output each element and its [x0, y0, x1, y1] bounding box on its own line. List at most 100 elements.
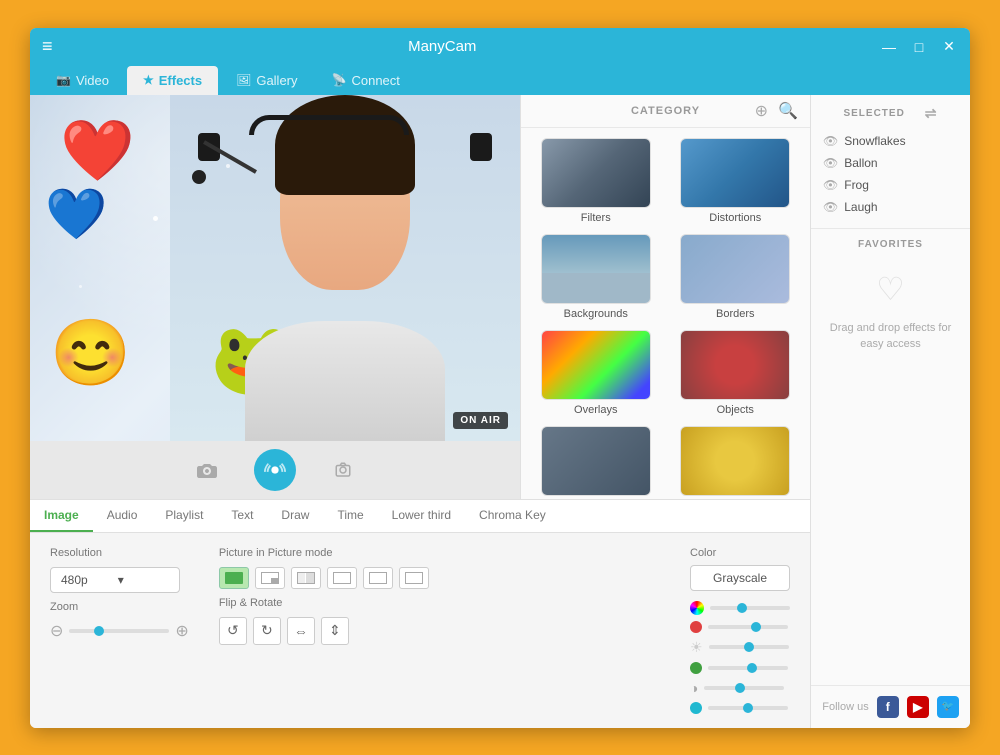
- tab-draw[interactable]: Draw: [267, 500, 323, 532]
- tab-chroma-key[interactable]: Chroma Key: [465, 500, 560, 532]
- slider-green[interactable]: [708, 666, 788, 670]
- eye-frog[interactable]: 👁: [823, 178, 838, 192]
- maximize-button[interactable]: □: [910, 39, 928, 55]
- video-controls: [30, 441, 520, 499]
- app-title: ManyCam: [65, 38, 820, 55]
- overlays-label: Overlays: [574, 404, 617, 416]
- tab-playlist[interactable]: Playlist: [151, 500, 217, 532]
- color-dot-multi: [690, 601, 704, 615]
- category-label: CATEGORY: [631, 105, 700, 117]
- tab-gallery-label: Gallery: [256, 73, 297, 88]
- zoom-decrease-icon[interactable]: ⊖: [50, 621, 63, 641]
- flip-label: Flip & Rotate: [219, 597, 429, 609]
- rotate-cw-button[interactable]: ↻: [253, 617, 281, 645]
- close-button[interactable]: ✕: [940, 38, 958, 55]
- add-effect-icon[interactable]: ⊕: [755, 101, 768, 121]
- tab-lower-third[interactable]: Lower third: [378, 500, 465, 532]
- pip-mode-1[interactable]: [255, 567, 285, 589]
- flip-h-button[interactable]: ⇔: [287, 617, 315, 645]
- tab-connect[interactable]: 📡 Connect: [316, 66, 416, 95]
- twitter-icon[interactable]: 🐦: [937, 696, 959, 718]
- grayscale-button[interactable]: Grayscale: [690, 565, 790, 591]
- pip-mode-3[interactable]: [327, 567, 357, 589]
- effect-distortions[interactable]: Distortions: [671, 138, 801, 224]
- brightness-icon: ☀: [690, 639, 703, 656]
- effect-overlays[interactable]: Overlays: [531, 330, 661, 416]
- effect-face[interactable]: [531, 426, 661, 499]
- search-effects-icon[interactable]: 🔍: [778, 101, 798, 121]
- color-slider-cyan: [690, 702, 790, 714]
- color-dot-red: [690, 621, 702, 633]
- facebook-icon[interactable]: f: [877, 696, 899, 718]
- flip-v-button[interactable]: ⇕: [321, 617, 349, 645]
- tab-time[interactable]: Time: [323, 500, 377, 532]
- rotate-ccw-button[interactable]: ↺: [219, 617, 247, 645]
- eye-snowflakes[interactable]: 👁: [823, 134, 838, 148]
- title-bar: ≡ ManyCam — □ ✕: [30, 28, 970, 66]
- favorites-heart-icon: ♡: [876, 270, 905, 308]
- borders-label: Borders: [716, 308, 755, 320]
- youtube-icon[interactable]: ▶: [907, 696, 929, 718]
- video-tab-icon: 📷: [56, 73, 71, 87]
- slider-red[interactable]: [708, 625, 788, 629]
- effects-header-icons: ⊕ 🔍: [755, 101, 798, 121]
- tab-gallery[interactable]: 🖼 Gallery: [220, 66, 313, 95]
- pip-mode-5[interactable]: [399, 567, 429, 589]
- pip-mode-2[interactable]: [291, 567, 321, 589]
- favorites-text: Drag and drop effects for easy access: [821, 320, 960, 353]
- person-body: [245, 321, 445, 441]
- color-slider-hue[interactable]: [710, 606, 790, 610]
- tab-video[interactable]: 📷 Video: [40, 66, 125, 95]
- color-dot-cyan: [690, 702, 702, 714]
- backgrounds-thumbnail: [541, 234, 651, 304]
- slider-cyan[interactable]: [708, 706, 788, 710]
- selected-laugh-label: Laugh: [844, 200, 877, 214]
- resolution-select[interactable]: 480p ▾: [50, 567, 180, 593]
- selected-filter-icon[interactable]: ⇌: [925, 105, 938, 122]
- effects-header: CATEGORY ⊕ 🔍: [521, 95, 810, 128]
- borders-thumbnail: [680, 234, 790, 304]
- effect-backgrounds[interactable]: Backgrounds: [531, 234, 661, 320]
- zoom-slider[interactable]: [69, 629, 169, 633]
- screenshot-button[interactable]: [326, 453, 360, 487]
- tab-text[interactable]: Text: [217, 500, 267, 532]
- minimize-button[interactable]: —: [880, 39, 898, 55]
- color-slider-red: [690, 621, 790, 633]
- pip-modes: [219, 567, 429, 589]
- tab-effects[interactable]: ★ Effects: [127, 66, 218, 95]
- overlays-thumbnail: [541, 330, 651, 400]
- resolution-group: Resolution 480p ▾ Zoom ⊖ ⊕: [50, 547, 189, 641]
- headset-right: [470, 133, 492, 161]
- effect-objects[interactable]: Objects: [671, 330, 801, 416]
- mic-head: [192, 170, 206, 184]
- pip-group: Picture in Picture mode: [219, 547, 429, 645]
- objects-label: Objects: [717, 404, 754, 416]
- pip-mode-4[interactable]: [363, 567, 393, 589]
- balloon-blue: 💙: [45, 185, 107, 244]
- tab-audio[interactable]: Audio: [93, 500, 152, 532]
- effects-grid: Filters Distortions Backgrounds Bor: [521, 128, 810, 499]
- eye-laugh[interactable]: 👁: [823, 200, 838, 214]
- zoom-increase-icon[interactable]: ⊕: [175, 621, 188, 641]
- selected-ballon-label: Ballon: [844, 156, 877, 170]
- backgrounds-label: Backgrounds: [564, 308, 628, 320]
- objects-thumbnail: [680, 330, 790, 400]
- distortions-label: Distortions: [709, 212, 761, 224]
- eye-ballon[interactable]: 👁: [823, 156, 838, 170]
- menu-icon[interactable]: ≡: [42, 36, 53, 57]
- tab-connect-label: Connect: [351, 73, 399, 88]
- emoji-face: 😊: [50, 315, 131, 391]
- slider-brightness[interactable]: [709, 645, 789, 649]
- effect-emoji[interactable]: [671, 426, 801, 499]
- broadcast-button[interactable]: [254, 449, 296, 491]
- settings-body: Resolution 480p ▾ Zoom ⊖ ⊕: [30, 533, 810, 728]
- tab-image[interactable]: Image: [30, 500, 93, 532]
- pip-mode-full[interactable]: [219, 567, 249, 589]
- favorites-header: FAVORITES: [858, 239, 923, 250]
- zoom-thumb: [94, 626, 104, 636]
- camera-icon-button[interactable]: [190, 453, 224, 487]
- effect-filters[interactable]: Filters: [531, 138, 661, 224]
- effect-borders[interactable]: Borders: [671, 234, 801, 320]
- color-group: Color Grayscale ☀: [690, 547, 790, 714]
- slider-contrast[interactable]: [704, 686, 784, 690]
